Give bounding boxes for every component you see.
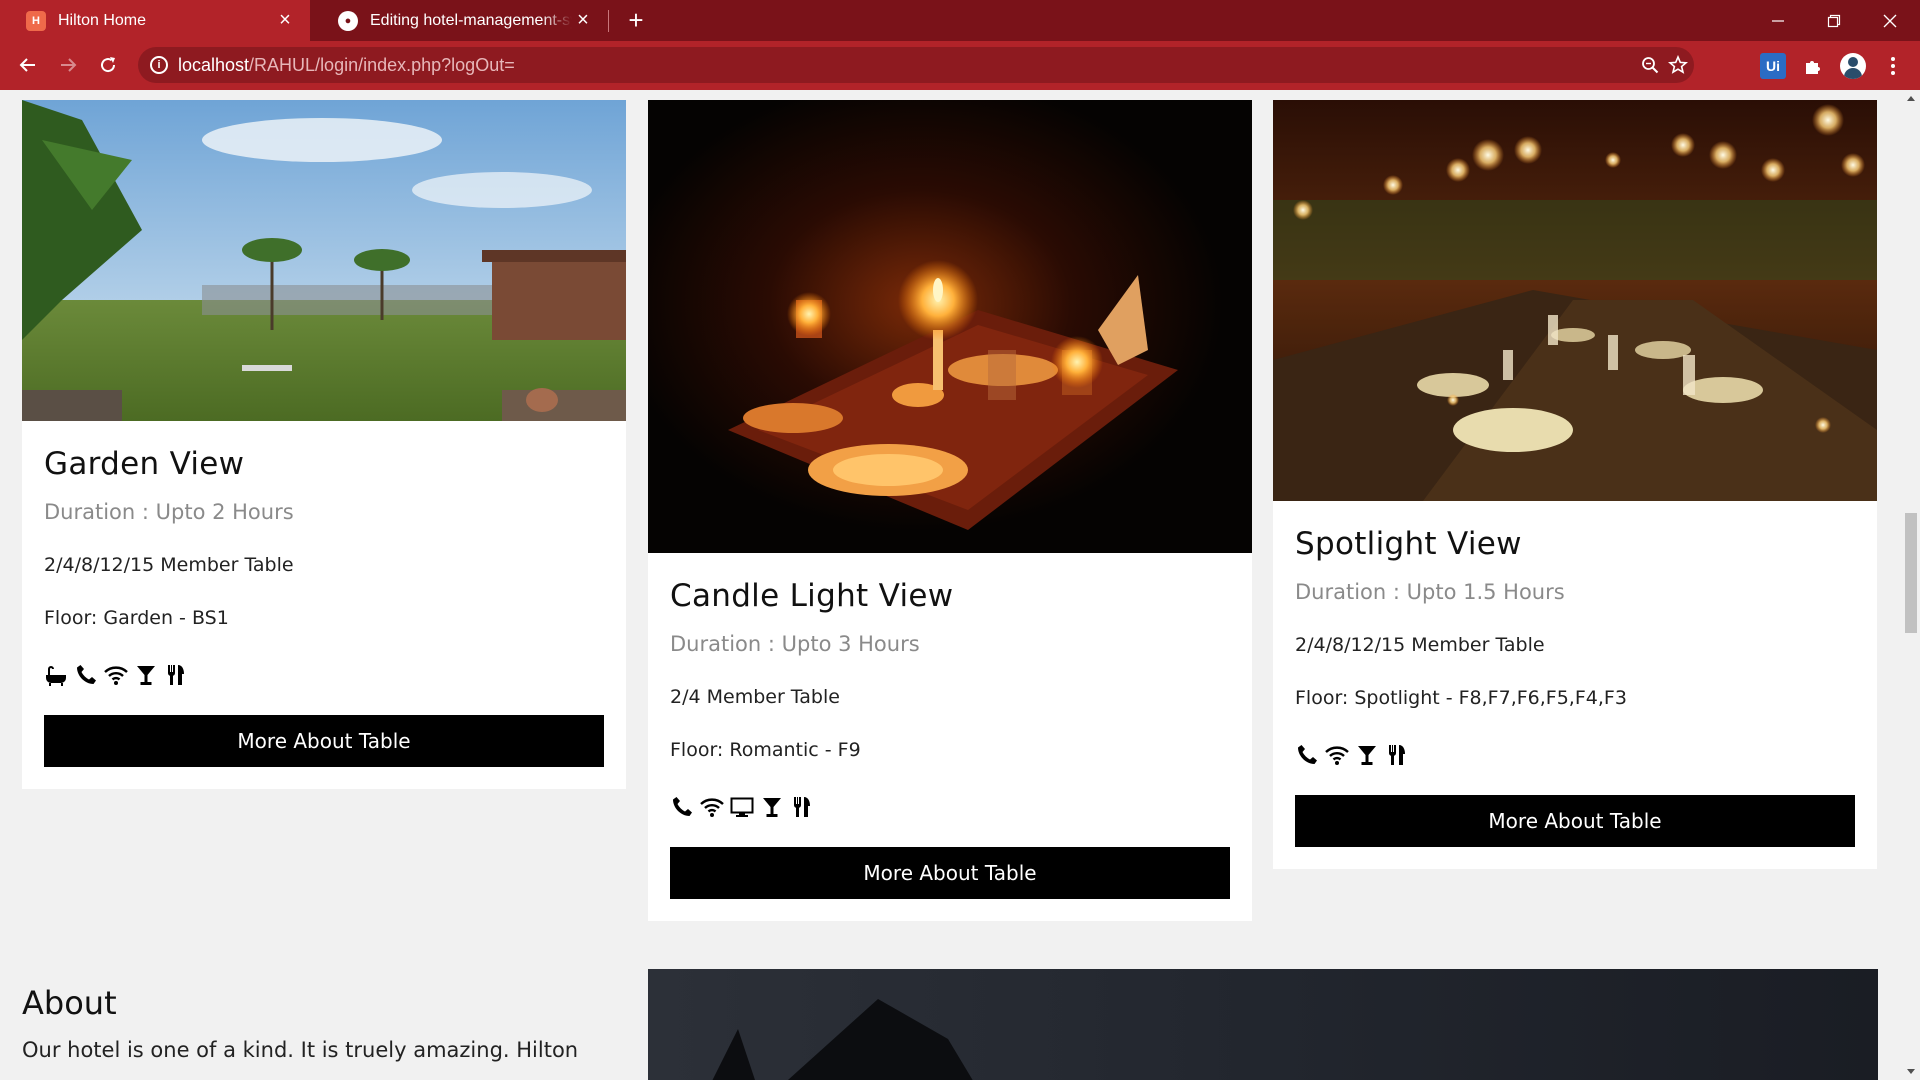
github-icon: ● <box>338 10 358 31</box>
cocktail-icon <box>134 662 158 688</box>
zoom-icon[interactable] <box>1638 53 1662 77</box>
card-floor: Floor: Spotlight - F8,F7,F6,F5,F4,F3 <box>1295 687 1627 709</box>
card-duration: Duration : Upto 1.5 Hours <box>1295 580 1565 604</box>
card-capacity: 2/4 Member Table <box>670 686 840 708</box>
phone-icon <box>74 662 98 688</box>
page-scrollbar[interactable] <box>1902 90 1920 1080</box>
table-card-spotlight: Spotlight View Duration : Upto 1.5 Hours… <box>1273 100 1877 869</box>
close-window-button[interactable] <box>1862 0 1918 41</box>
bath-icon <box>44 662 68 688</box>
cocktail-icon <box>760 794 784 820</box>
wifi-icon <box>104 662 128 688</box>
restore-icon <box>1827 14 1841 27</box>
address-bar[interactable]: i localhost/RAHUL/login/index.php?logOut… <box>138 47 1694 83</box>
cutlery-icon <box>164 662 188 688</box>
scroll-down-arrow-icon[interactable] <box>1907 1069 1915 1074</box>
scrollbar-thumb[interactable] <box>1905 513 1917 633</box>
scroll-up-arrow-icon[interactable] <box>1907 96 1915 101</box>
wifi-icon <box>1325 742 1349 768</box>
about-heading: About <box>22 984 117 1022</box>
info-icon[interactable]: i <box>150 56 168 74</box>
url-text[interactable]: localhost/RAHUL/login/index.php?logOut= <box>178 55 515 76</box>
wifi-icon <box>700 794 724 820</box>
tab-title: Editing hotel-management-system <box>370 11 572 29</box>
more-about-table-button[interactable]: More About Table <box>44 715 604 767</box>
extensions-puzzle-icon[interactable] <box>1800 53 1826 79</box>
cocktail-icon <box>1355 742 1379 768</box>
card-duration: Duration : Upto 2 Hours <box>44 500 294 524</box>
profile-avatar[interactable] <box>1840 53 1866 79</box>
candle-light-view-photo <box>648 100 1252 553</box>
hilton-icon: H <box>26 10 46 31</box>
close-window-icon <box>1883 14 1897 27</box>
browser-toolbar: i localhost/RAHUL/login/index.php?logOut… <box>0 41 1920 90</box>
tab-title: Hilton Home <box>58 11 147 29</box>
close-icon[interactable]: × <box>572 9 594 32</box>
close-icon[interactable]: × <box>274 9 296 32</box>
restore-button[interactable] <box>1806 0 1862 41</box>
card-title: Candle Light View <box>670 578 954 614</box>
tab-strip: H Hilton Home × ● Editing hotel-manageme… <box>0 0 1920 41</box>
hotel-night-photo <box>648 969 1878 1080</box>
amenity-icons <box>44 660 604 690</box>
forward-arrow-icon <box>61 58 77 72</box>
about-text: Our hotel is one of a kind. It is truely… <box>22 1038 579 1062</box>
minimize-button[interactable] <box>1750 0 1806 41</box>
card-title: Spotlight View <box>1295 526 1522 562</box>
forward-button[interactable] <box>52 49 84 81</box>
table-card-garden: Garden View Duration : Upto 2 Hours 2/4/… <box>22 100 626 789</box>
card-title: Garden View <box>44 446 245 482</box>
more-about-table-button[interactable]: More About Table <box>670 847 1230 899</box>
new-tab-button[interactable]: + <box>622 5 650 35</box>
back-arrow-icon <box>19 58 35 72</box>
page-viewport: Garden View Duration : Upto 2 Hours 2/4/… <box>0 90 1902 1080</box>
card-capacity: 2/4/8/12/15 Member Table <box>1295 634 1545 656</box>
tv-icon <box>730 794 754 820</box>
spotlight-view-photo <box>1273 100 1877 501</box>
tab-divider <box>608 10 609 32</box>
more-about-table-button[interactable]: More About Table <box>1295 795 1855 847</box>
uipath-extension-icon[interactable]: Ui <box>1760 53 1786 79</box>
cutlery-icon <box>1385 742 1409 768</box>
card-duration: Duration : Upto 3 Hours <box>670 632 920 656</box>
cutlery-icon <box>790 794 814 820</box>
garden-view-photo <box>22 100 626 421</box>
bookmark-star-icon[interactable] <box>1666 53 1690 77</box>
back-button[interactable] <box>12 49 44 81</box>
table-card-candle-light: Candle Light View Duration : Upto 3 Hour… <box>648 100 1252 921</box>
card-capacity: 2/4/8/12/15 Member Table <box>44 554 294 576</box>
phone-icon <box>670 794 694 820</box>
amenity-icons <box>670 792 1230 822</box>
reload-icon <box>101 57 116 73</box>
card-floor: Floor: Romantic - F9 <box>670 739 861 761</box>
phone-icon <box>1295 742 1319 768</box>
amenity-icons <box>1295 740 1855 770</box>
card-floor: Floor: Garden - BS1 <box>44 607 229 629</box>
kebab-menu-icon[interactable] <box>1880 53 1906 79</box>
reload-button[interactable] <box>92 49 124 81</box>
tab-hilton-home[interactable]: H Hilton Home × <box>0 0 310 41</box>
minimize-icon <box>1772 19 1784 22</box>
tab-github-editing[interactable]: ● Editing hotel-management-system × <box>312 0 608 41</box>
